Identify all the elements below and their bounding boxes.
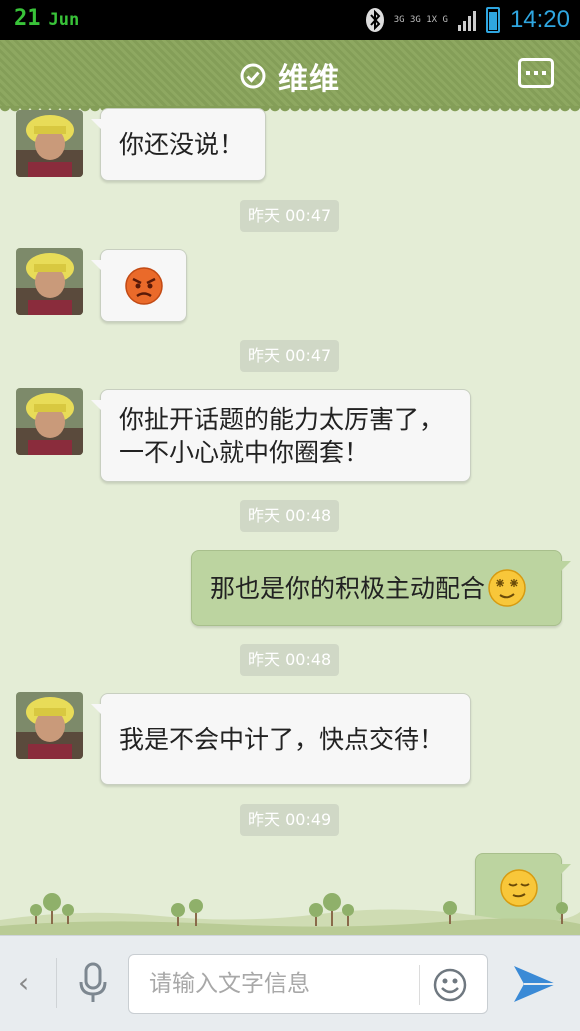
message-text: 你还没说！ (119, 130, 245, 159)
message-bubble-incoming[interactable] (91, 249, 187, 322)
angry-face-icon (124, 266, 163, 305)
microphone-icon[interactable] (78, 962, 108, 1004)
chat-header: 维维 (0, 40, 580, 114)
message-bubble-incoming[interactable]: 我是不会中计了，快点交待！ (91, 693, 471, 785)
contact-avatar[interactable] (16, 692, 83, 759)
message-text: 你扯开话题的能力太厉害了，一不小心就中你圈套！ (119, 404, 445, 467)
message-input[interactable] (129, 955, 399, 1013)
contact-avatar[interactable] (16, 110, 83, 177)
timestamp: 昨天 00:47 (240, 340, 340, 372)
status-icons: 3G 3G 1X G 14:20 (365, 4, 570, 36)
status-date: 21 Jun (14, 6, 79, 31)
more-menu-icon (526, 71, 530, 75)
landscape-decoration (0, 893, 580, 935)
contact-avatar-image (16, 110, 83, 177)
message-list[interactable]: 你还没说！ 昨天 00:47 昨天 00:47 你扯开话题的能力太厉害了，一不小… (0, 108, 580, 935)
divider (56, 958, 57, 1008)
message-bubble-incoming[interactable]: 你扯开话题的能力太厉害了，一不小心就中你圈套！ (91, 389, 471, 482)
message-input-box (128, 954, 488, 1014)
timestamp: 昨天 00:47 (240, 200, 340, 232)
message-text: 那也是你的积极主动配合 (210, 573, 486, 603)
status-date-month: Jun (48, 10, 80, 30)
signal-strength-icon (457, 9, 476, 31)
timestamp: 昨天 00:48 (240, 500, 340, 532)
status-bar: 21 Jun 3G 3G 1X G 14:20 (0, 0, 580, 40)
send-icon[interactable] (512, 962, 558, 1006)
timestamp: 昨天 00:48 (240, 644, 340, 676)
emoji-icon[interactable] (433, 968, 467, 1002)
timestamp: 昨天 00:49 (240, 804, 340, 836)
more-menu-button[interactable] (518, 58, 554, 88)
chat-title: 维维 (278, 62, 340, 97)
back-arrow-icon[interactable]: ‹ (18, 966, 29, 999)
shy-smile-face-icon (488, 569, 526, 607)
network-type-label: 3G 3G 1X G (393, 15, 448, 25)
message-input-bar: ‹ (0, 935, 580, 1031)
battery-icon (485, 7, 500, 33)
status-date-day: 21 (14, 6, 41, 31)
message-text: 我是不会中计了，快点交待！ (119, 724, 445, 754)
check-circle-icon (240, 63, 266, 89)
contact-avatar[interactable] (16, 248, 83, 315)
message-bubble-outgoing[interactable]: 那也是你的积极主动配合 (191, 550, 571, 626)
chat-title-group: 维维 (0, 54, 580, 98)
status-time: 14:20 (509, 6, 570, 33)
contact-avatar[interactable] (16, 388, 83, 455)
message-bubble-incoming[interactable]: 你还没说！ (91, 108, 266, 181)
bluetooth-icon (365, 8, 384, 32)
divider (419, 965, 420, 1005)
